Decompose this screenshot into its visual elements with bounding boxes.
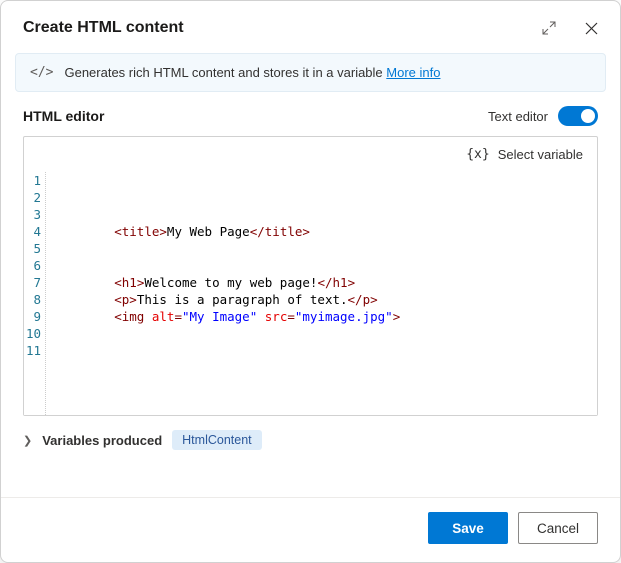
dialog: Create HTML content </> Generates rich H… — [0, 0, 621, 563]
dialog-header: Create HTML content — [1, 1, 620, 51]
variable-chip[interactable]: HtmlContent — [172, 430, 261, 450]
dialog-footer: Save Cancel — [1, 497, 620, 562]
select-variable-button[interactable]: Select variable — [498, 147, 583, 162]
expand-icon[interactable] — [542, 21, 556, 35]
more-info-link[interactable]: More info — [386, 65, 440, 80]
editor-header: HTML editor Text editor — [23, 106, 598, 126]
line-gutter: 1234567891011 — [24, 172, 46, 415]
banner-text: Generates rich HTML content and stores i… — [64, 65, 440, 80]
code-area[interactable]: 1234567891011 <title>My Web Page</title>… — [24, 172, 597, 415]
text-editor-toggle[interactable] — [558, 106, 598, 126]
editor-title: HTML editor — [23, 108, 488, 124]
variable-icon: {x} — [466, 147, 489, 162]
info-banner: </> Generates rich HTML content and stor… — [15, 53, 606, 92]
dialog-title: Create HTML content — [23, 19, 542, 37]
chevron-right-icon: ❯ — [23, 434, 32, 447]
dialog-body: HTML editor Text editor {x} Select varia… — [1, 106, 620, 497]
cancel-button[interactable]: Cancel — [518, 512, 598, 544]
variables-row[interactable]: ❯ Variables produced HtmlContent — [23, 416, 598, 458]
editor-toolbar: {x} Select variable — [24, 137, 597, 172]
header-icons — [542, 21, 598, 35]
code-lines[interactable]: <title>My Web Page</title> <h1>Welcome t… — [46, 172, 597, 415]
variables-label: Variables produced — [42, 433, 162, 448]
save-button[interactable]: Save — [428, 512, 508, 544]
banner-text-content: Generates rich HTML content and stores i… — [64, 65, 382, 80]
toggle-label: Text editor — [488, 109, 548, 124]
editor-box: {x} Select variable 1234567891011 <title… — [23, 136, 598, 416]
close-icon[interactable] — [584, 21, 598, 35]
code-icon: </> — [30, 65, 53, 80]
